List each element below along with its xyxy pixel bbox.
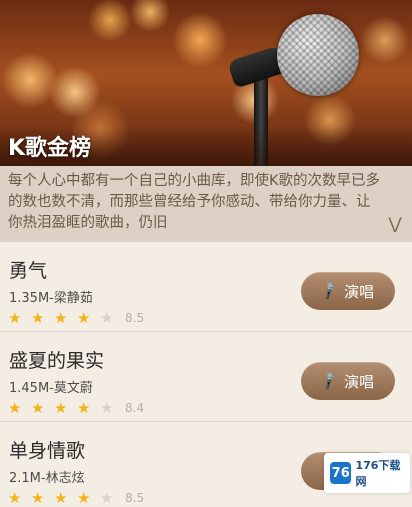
microphone-icon: 🎤 [319, 370, 341, 392]
rating-stars: ★ ★ ★ ★ ★ 8.5 [8, 490, 144, 506]
rating-stars: ★ ★ ★ ★ ★ 8.4 [8, 400, 144, 416]
star-full-icon: ★ [54, 488, 68, 507]
song-title: 勇气 [9, 260, 48, 282]
star-full-icon: ★ [8, 398, 22, 417]
sing-button-label: 演唱 [344, 282, 375, 301]
sing-button[interactable]: 🎤 演唱 [301, 272, 395, 310]
star-full-icon: ★ [77, 398, 91, 417]
star-full-icon: ★ [31, 488, 45, 507]
page-title: K歌金榜 [8, 136, 92, 161]
rating-score: 8.5 [125, 491, 145, 505]
star-full-icon: ★ [31, 308, 45, 327]
star-full-icon: ★ [8, 488, 22, 507]
rating-score: 8.5 [125, 311, 145, 325]
rating-score: 8.4 [125, 401, 145, 415]
description-text[interactable]: 每个人心中都有一个自己的小曲库，即使K歌的次数早已多的数也数不清，而那些曾经给予… [0, 166, 412, 242]
song-meta: 2.1M-林志炫 [9, 471, 85, 486]
song-item[interactable]: 盛夏的果实 1.45M-莫文蔚 ★ ★ ★ ★ ★ 8.4 🎤 演唱 [0, 332, 412, 422]
star-empty-icon: ★ [100, 308, 114, 327]
star-full-icon: ★ [77, 488, 91, 507]
star-full-icon: ★ [77, 308, 91, 327]
song-meta: 1.45M-莫文蔚 [9, 381, 93, 396]
watermark-text: 176下载网 [355, 459, 401, 488]
song-title: 盛夏的果实 [9, 350, 105, 372]
hero-banner: K歌金榜 [0, 0, 412, 166]
star-empty-icon: ★ [100, 398, 114, 417]
song-item[interactable]: 勇气 1.35M-梁静茹 ★ ★ ★ ★ ★ 8.5 🎤 演唱 [0, 242, 412, 332]
sing-button[interactable]: 🎤 演唱 [301, 362, 395, 400]
song-title: 单身情歌 [9, 440, 86, 462]
watermark-logo-icon: 76 [330, 462, 352, 484]
sing-button-label: 演唱 [344, 372, 375, 391]
star-empty-icon: ★ [100, 488, 114, 507]
rating-stars: ★ ★ ★ ★ ★ 8.5 [8, 310, 144, 326]
star-full-icon: ★ [54, 308, 68, 327]
star-full-icon: ★ [54, 398, 68, 417]
microphone-icon: 🎤 [319, 280, 341, 302]
star-full-icon: ★ [8, 308, 22, 327]
microphone-image [277, 14, 359, 96]
expand-chevron-icon[interactable]: ⋁ [386, 216, 404, 234]
watermark: 76 176下载网 [324, 453, 410, 493]
star-full-icon: ★ [31, 398, 45, 417]
song-meta: 1.35M-梁静茹 [9, 291, 93, 306]
